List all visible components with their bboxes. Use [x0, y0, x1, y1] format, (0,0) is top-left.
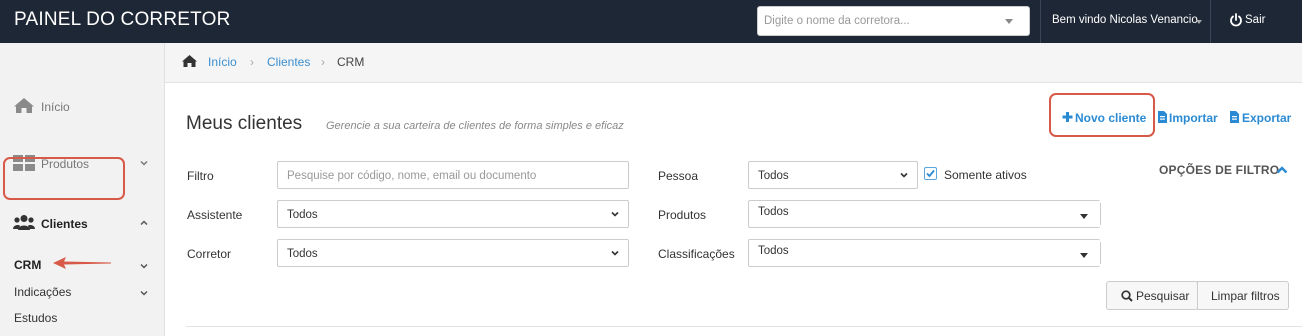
caret-down-icon	[1080, 253, 1088, 258]
produtos-select[interactable]: Todos	[748, 200, 1101, 228]
divider	[186, 326, 1302, 327]
produtos-value: Todos	[758, 206, 789, 218]
corretor-select[interactable]: Todos	[277, 239, 629, 267]
plus-icon	[1062, 112, 1073, 122]
page-title: Meus clientes	[186, 113, 303, 134]
select-divider	[1100, 242, 1101, 264]
chevron-up-icon[interactable]	[1276, 165, 1288, 175]
sidebar-item-inicio[interactable]: Início	[0, 86, 165, 126]
check-icon	[926, 169, 935, 178]
breadcrumb: Início › Clientes › CRM	[165, 43, 1302, 83]
assistente-select[interactable]: Todos	[277, 200, 629, 228]
chevron-up-icon	[140, 220, 148, 226]
chevron-down-icon	[900, 172, 908, 178]
home-icon[interactable]	[181, 54, 198, 68]
search-placeholder: Pesquise por código, nome, email ou docu…	[287, 170, 537, 182]
logout-button[interactable]: Sair	[1210, 0, 1302, 43]
assistente-label: Assistente	[187, 208, 243, 222]
broker-search-select[interactable]: Digite o nome da corretora...	[757, 6, 1030, 36]
pessoa-value: Todos	[758, 170, 789, 182]
home-icon	[14, 98, 34, 113]
arrow-left-icon	[53, 257, 111, 269]
search-button[interactable]: Pesquisar	[1106, 281, 1198, 310]
user-menu[interactable]: Bem vindo Nicolas Venancio	[1040, 0, 1210, 43]
corretor-value: Todos	[287, 248, 318, 260]
power-icon	[1230, 13, 1242, 27]
broker-search-placeholder: Digite o nome da corretora...	[764, 15, 910, 27]
classificacoes-value: Todos	[758, 245, 789, 257]
search-button-label: Pesquisar	[1136, 289, 1190, 303]
sidebar-item-label: Clientes	[41, 217, 88, 231]
import-button[interactable]: Importar	[1169, 111, 1218, 125]
sidebar-item-label: Início	[41, 100, 70, 114]
file-icon	[1158, 111, 1167, 123]
dropdown-caret-icon	[1196, 20, 1202, 24]
produtos-label: Produtos	[658, 208, 707, 222]
caret-down-icon	[1080, 214, 1088, 219]
active-only-label: Somente ativos	[944, 168, 1027, 182]
assistente-value: Todos	[287, 209, 318, 221]
users-icon	[13, 215, 35, 230]
chevron-down-icon	[611, 250, 619, 256]
logout-label: Sair	[1245, 14, 1266, 26]
page-subtitle: Gerencie a sua carteira de clientes de f…	[326, 120, 624, 132]
chevron-down-icon	[140, 263, 148, 269]
sidebar-subitem-estudos[interactable]: Estudos	[14, 311, 57, 325]
active-only-checkbox[interactable]	[924, 167, 937, 180]
chevron-down-icon	[140, 160, 148, 166]
highlight-box	[3, 157, 125, 200]
pessoa-select[interactable]: Todos	[748, 161, 918, 189]
search-icon	[1121, 290, 1133, 302]
new-client-button[interactable]: Novo cliente	[1075, 111, 1146, 125]
select-divider	[1100, 203, 1101, 225]
sidebar-subitem-crm[interactable]: CRM	[14, 258, 41, 272]
filter-options-toggle[interactable]: OPÇÕES DE FILTRO	[1159, 163, 1279, 177]
top-navbar: PAINEL DO CORRETOR Digite o nome da corr…	[0, 0, 1302, 43]
classificacoes-select[interactable]: Todos	[748, 239, 1101, 267]
chevron-down-icon	[140, 290, 148, 296]
export-button[interactable]: Exportar	[1242, 111, 1291, 125]
filter-label: Filtro	[187, 169, 214, 183]
sidebar-subitem-indicacoes[interactable]: Indicações	[14, 285, 71, 299]
caret-down-icon	[1005, 19, 1013, 24]
clear-filters-button[interactable]: Limpar filtros	[1197, 281, 1289, 310]
breadcrumb-clientes[interactable]: Clientes	[267, 55, 310, 69]
search-input[interactable]: Pesquise por código, nome, email ou docu…	[277, 161, 629, 189]
sidebar-item-clientes[interactable]: Clientes	[0, 203, 165, 243]
breadcrumb-crm: CRM	[337, 55, 365, 69]
corretor-label: Corretor	[187, 247, 232, 261]
file-icon	[1230, 111, 1239, 123]
chevron-down-icon	[611, 211, 619, 217]
pessoa-label: Pessoa	[658, 169, 699, 183]
app-title[interactable]: PAINEL DO CORRETOR	[14, 9, 231, 31]
breadcrumb-inicio[interactable]: Início	[208, 55, 237, 69]
breadcrumb-separator: ›	[250, 55, 254, 69]
welcome-text: Bem vindo Nicolas Venancio	[1052, 14, 1198, 26]
clear-filters-label: Limpar filtros	[1211, 289, 1280, 303]
breadcrumb-separator: ›	[321, 55, 325, 69]
classificacoes-label: Classificações	[658, 247, 735, 261]
